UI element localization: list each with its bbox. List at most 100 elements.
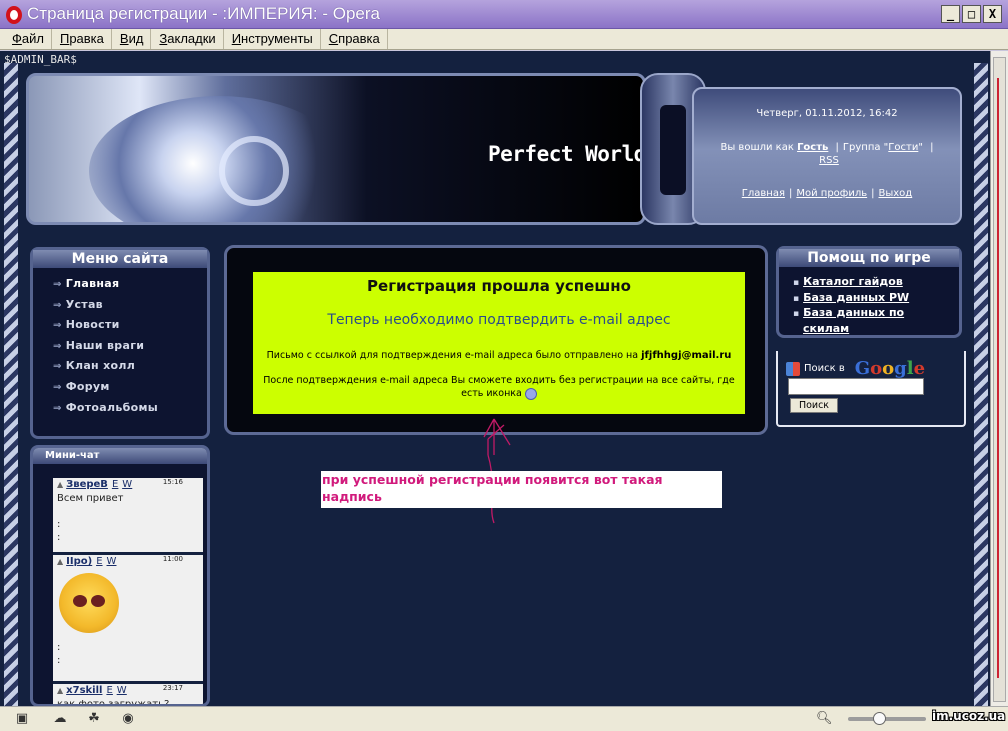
site-title: Perfect World	[488, 142, 646, 166]
watermark: im.ucoz.ua	[932, 709, 1006, 723]
panels-toggle-icon[interactable]: ▣	[14, 712, 30, 726]
vertical-scrollbar[interactable]	[990, 51, 1008, 706]
chat-time: 11:00	[162, 555, 183, 563]
rss-link[interactable]: RSS	[819, 155, 839, 166]
site-menu-item-enemies[interactable]: ⇒ Наши враги	[53, 339, 158, 360]
help-item-skills-database[interactable]: ▪ База данных по скилам	[793, 306, 953, 335]
window-controls: _ □ X	[941, 5, 1002, 23]
menu-view-mnemonic: В	[119, 31, 129, 46]
bullet-icon: ▪	[793, 293, 800, 304]
bullet-icon: ▪	[793, 278, 800, 288]
window-titlebar[interactable]: Страница регистрации - :ИМПЕРИЯ: - Opera…	[0, 0, 1008, 29]
login-info: Вы вошли как Гость | Группа "Гости" | RSS	[704, 141, 954, 167]
logout-link[interactable]: Выход	[879, 188, 913, 199]
after-confirm-label: После подтверждения e-mail адреса Вы смо…	[263, 375, 735, 399]
opera-unite-icon[interactable]: ☘	[86, 712, 102, 726]
help-item-link[interactable]: База данных PW	[803, 291, 909, 304]
menu-bookmarks[interactable]: Закладки	[151, 29, 224, 49]
chat-text-line: :	[57, 532, 61, 543]
search-button[interactable]: Поиск	[790, 398, 838, 413]
google-logo-letter: G	[854, 358, 871, 379]
annotation-note: при успешной регистрации появится вот та…	[321, 471, 722, 508]
cloud-sync-icon[interactable]: ☁	[52, 712, 68, 726]
help-item-link[interactable]: База данных по скилам	[803, 306, 904, 335]
chat-time: 15:16	[162, 478, 183, 486]
site-menu-item-home[interactable]: ⇒ Главная	[53, 277, 158, 298]
user-nav-links: Главная | Мой профиль | Выход	[694, 188, 960, 199]
chat-message-header: ЗвереВ EW 15:16	[53, 478, 203, 492]
chat-web-link[interactable]: W	[107, 556, 117, 567]
google-logo: Google	[855, 358, 925, 379]
menu-edit[interactable]: Правка	[52, 29, 112, 49]
menu-tools[interactable]: Инструменты	[224, 29, 321, 49]
site-menu-item-label: Устав	[65, 297, 103, 311]
chat-email-link[interactable]: E	[106, 685, 112, 696]
statusbar: ▣ ☁ ☘ ◉ 🔍︎	[0, 706, 1008, 731]
site-menu-item-news[interactable]: ⇒ Новости	[53, 318, 158, 339]
chat-web-link[interactable]: W	[117, 685, 127, 696]
close-button[interactable]: X	[983, 5, 1002, 23]
help-item-pw-database[interactable]: ▪ База данных PW	[793, 291, 953, 307]
help-item-guides[interactable]: ▪ Каталог гайдов	[793, 275, 953, 291]
search-input[interactable]	[788, 378, 924, 395]
site-menu-item-clan-hall[interactable]: ⇒ Клан холл	[53, 359, 158, 380]
chat-message: IIро)EW 11:00 ::	[53, 555, 203, 684]
content-frame: Регистрация прошла успешно Теперь необхо…	[224, 245, 768, 435]
google-logo-letter: l	[906, 358, 914, 379]
page-viewport[interactable]: $ADMIN_BAR$ Perfect World Четверг, 01.11…	[0, 51, 990, 706]
maximize-button[interactable]: □	[962, 5, 981, 23]
datetime: Четверг, 01.11.2012, 16:42	[756, 108, 898, 119]
google-search-widget: Поиск в Google Поиск	[776, 351, 966, 427]
site-menu-item-forum[interactable]: ⇒ Форум	[53, 380, 158, 401]
chat-text-line: Всем привет	[57, 493, 124, 504]
my-profile-link[interactable]: Мой профиль	[796, 188, 867, 199]
google-logo-letter: o	[870, 358, 883, 379]
site-menu-item-charter[interactable]: ⇒ Устав	[53, 298, 158, 319]
menu-view[interactable]: Вид	[112, 29, 152, 49]
arrow-icon: ⇒	[53, 361, 62, 373]
site-menu-item-photo-albums[interactable]: ⇒ Фотоальбомы	[53, 401, 158, 422]
menu-edit-mnemonic: П	[59, 31, 70, 46]
chat-user-link[interactable]: IIро)EW	[57, 556, 116, 567]
chat-web-link[interactable]: W	[122, 479, 132, 490]
chat-email-link[interactable]: E	[112, 479, 118, 490]
banner-ring-image	[219, 136, 289, 206]
menu-help[interactable]: Справка	[321, 29, 388, 49]
opera-logo-icon	[6, 6, 22, 24]
site-menu-list: ⇒ Главная ⇒ Устав ⇒ Новости ⇒ Наши враги ⇒ Кл…	[53, 277, 158, 421]
menubar: Файл Правка Вид Закладки Инструменты Спр…	[0, 29, 1008, 50]
scrollbar-thumb[interactable]	[993, 57, 1006, 702]
search-label: Поиск в	[804, 363, 845, 374]
game-help-title: Помощ по игре	[779, 249, 959, 267]
chat-user-name: ЗвереВ	[66, 479, 108, 490]
chat-email-link[interactable]: E	[96, 556, 102, 567]
annotation-arrow-icon	[483, 418, 511, 524]
turbo-icon[interactable]: ◉	[120, 712, 136, 726]
search-label-row: Поиск в Google	[786, 358, 925, 379]
menu-file-label: айл	[21, 31, 44, 46]
chat-text-line: :	[57, 655, 61, 666]
zoom-slider[interactable]	[848, 717, 926, 721]
site-menu-panel: Меню сайта ⇒ Главная ⇒ Устав ⇒ Новости ⇒ Наш…	[30, 247, 210, 439]
menu-file[interactable]: Файл	[4, 29, 52, 49]
chat-message: ЗвереВ EW 15:16 Всем привет::	[53, 478, 203, 555]
ucoz-id-icon	[524, 387, 537, 400]
help-item-link[interactable]: Каталог гайдов	[803, 275, 903, 288]
chat-user-link[interactable]: ЗвереВ EW	[57, 479, 132, 490]
zoom-slider-handle[interactable]	[873, 712, 887, 725]
group-label: Группа "	[842, 142, 889, 153]
minimize-button[interactable]: _	[941, 5, 960, 23]
site-menu-item-label: Форум	[65, 379, 110, 393]
group-link[interactable]: Гости	[888, 142, 918, 153]
minichat-messages[interactable]: ЗвереВEW 15:16 Всем привет:: IIро)EW 11:…	[53, 478, 203, 704]
site-menu-item-label: Клан холл	[65, 359, 136, 373]
menu-help-label: правка	[338, 31, 380, 46]
chat-message-header: x7skillEW 23:17	[53, 684, 203, 698]
chat-user-link[interactable]: x7skillEW	[57, 685, 127, 696]
chat-text-line: :	[57, 519, 61, 530]
home-link[interactable]: Главная	[742, 188, 785, 199]
guest-link[interactable]: Гость	[797, 142, 828, 153]
menu-help-mnemonic: С	[328, 31, 339, 46]
site-menu-item-label: Главная	[65, 277, 120, 290]
email-sent-label: Письмо с ссылкой для подтверждения e-mai…	[266, 350, 639, 361]
